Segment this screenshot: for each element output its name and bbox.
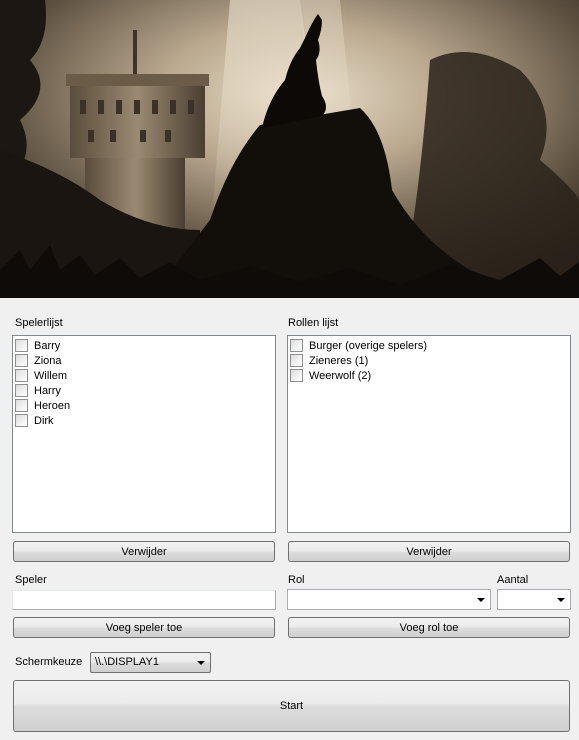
- list-item-label: Heroen: [34, 399, 71, 412]
- count-select[interactable]: [497, 589, 571, 610]
- list-item[interactable]: Harry: [15, 383, 275, 398]
- list-item[interactable]: Willem: [15, 368, 275, 383]
- checkbox-icon[interactable]: [15, 399, 28, 412]
- list-item-label: Weerwolf (2): [309, 369, 372, 382]
- player-field-label: Speler: [15, 574, 47, 586]
- screen-select-value: \\.\DISPLAY1: [95, 656, 159, 668]
- remove-player-button[interactable]: Verwijder: [13, 541, 275, 562]
- checkbox-icon[interactable]: [15, 414, 28, 427]
- list-item[interactable]: Burger (overige spelers): [290, 338, 570, 353]
- add-role-button[interactable]: Voeg rol toe: [288, 617, 570, 638]
- list-item-label: Ziona: [34, 354, 62, 367]
- chevron-down-icon: [557, 598, 565, 602]
- list-item[interactable]: Heroen: [15, 398, 275, 413]
- list-item[interactable]: Ziona: [15, 353, 275, 368]
- list-item-label: Willem: [34, 369, 67, 382]
- roles-label: Rollen lijst: [288, 317, 339, 329]
- checkbox-icon[interactable]: [15, 384, 28, 397]
- checkbox-icon[interactable]: [15, 369, 28, 382]
- players-label: Spelerlijst: [15, 317, 63, 329]
- player-name-input[interactable]: [12, 590, 276, 610]
- list-item[interactable]: Barry: [15, 338, 275, 353]
- checkbox-icon[interactable]: [290, 339, 303, 352]
- role-select[interactable]: [287, 589, 491, 610]
- list-item-label: Dirk: [34, 414, 54, 427]
- checkbox-icon[interactable]: [15, 354, 28, 367]
- checkbox-icon[interactable]: [290, 369, 303, 382]
- role-field-label: Rol: [288, 574, 305, 586]
- list-item[interactable]: Zieneres (1): [290, 353, 570, 368]
- list-item-label: Zieneres (1): [309, 354, 369, 367]
- chevron-down-icon: [197, 661, 205, 665]
- roles-listbox[interactable]: Burger (overige spelers) Zieneres (1) Weer…: [287, 335, 571, 533]
- list-item-label: Burger (overige spelers): [309, 339, 427, 352]
- list-item[interactable]: Weerwolf (2): [290, 368, 570, 383]
- list-item[interactable]: Dirk: [15, 413, 275, 428]
- count-field-label: Aantal: [497, 574, 529, 586]
- chevron-down-icon: [477, 598, 485, 602]
- add-player-button[interactable]: Voeg speler toe: [13, 617, 275, 638]
- players-listbox[interactable]: Barry Ziona Willem Harry Heroen Dirk: [12, 335, 276, 533]
- list-item-label: Barry: [34, 339, 61, 352]
- list-item-label: Harry: [34, 384, 61, 397]
- checkbox-icon[interactable]: [15, 339, 28, 352]
- remove-role-button[interactable]: Verwijder: [288, 541, 570, 562]
- banner-image: [0, 0, 579, 298]
- screen-select[interactable]: \\.\DISPLAY1: [90, 652, 211, 673]
- start-button[interactable]: Start: [13, 680, 570, 732]
- screen-label: Schermkeuze: [15, 656, 83, 668]
- checkbox-icon[interactable]: [290, 354, 303, 367]
